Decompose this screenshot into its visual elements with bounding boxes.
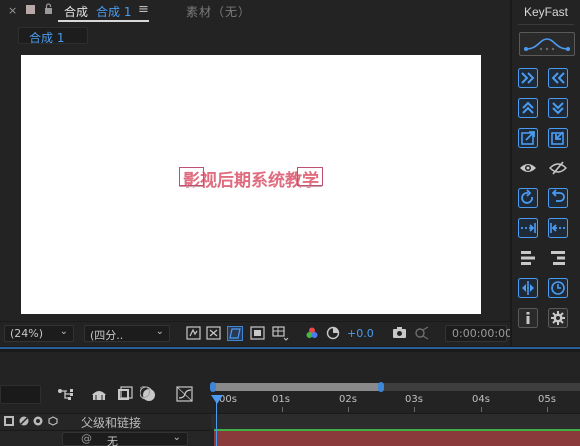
mirror-icon[interactable] xyxy=(518,278,538,298)
keyfast-panel: KeyFast xyxy=(510,0,580,346)
ease-down-icon[interactable] xyxy=(548,98,568,118)
text-selection-box-right xyxy=(297,167,323,186)
resolution-dropdown[interactable]: (四分.. ⌄ xyxy=(84,325,170,342)
label-column-icon[interactable] xyxy=(48,416,58,426)
timecode-value: 0:00:00:00 xyxy=(452,327,513,340)
grid-guides-icon[interactable] xyxy=(272,326,289,341)
text-baseline-left xyxy=(179,186,203,187)
layer-search-input[interactable] xyxy=(0,385,41,404)
breadcrumb-label: 合成 1 xyxy=(29,31,65,45)
motion-blur-icon[interactable] xyxy=(138,386,158,404)
close-tab-icon[interactable]: × xyxy=(8,4,17,17)
composition-tab-prefix[interactable]: 合成 xyxy=(64,3,88,20)
snapshot-icon[interactable] xyxy=(392,326,408,341)
parent-link-column-header: 父级和链接 xyxy=(81,416,142,430)
arrow-left-dashed-icon[interactable] xyxy=(548,218,568,238)
work-area-range[interactable] xyxy=(214,383,381,391)
reset-exposure-icon[interactable] xyxy=(326,326,342,341)
gear-icon[interactable] xyxy=(548,308,568,328)
eye-icon[interactable] xyxy=(518,158,538,178)
timeline-tab-indicator xyxy=(0,347,580,349)
easing-curve-button[interactable] xyxy=(519,32,575,56)
ruler-label: 01s xyxy=(272,394,290,405)
tab-menu-icon[interactable]: ≡ xyxy=(138,2,149,17)
ruler-label: 05s xyxy=(538,394,556,405)
ease-left-icon[interactable] xyxy=(548,68,568,88)
pick-whip-icon[interactable]: @ xyxy=(81,432,92,445)
parent-value: 无 xyxy=(107,435,118,446)
rotate-cw-icon[interactable] xyxy=(518,188,538,208)
current-time-indicator-head[interactable] xyxy=(211,395,223,404)
export-out-icon[interactable] xyxy=(548,128,568,148)
region-of-interest-icon[interactable] xyxy=(227,326,243,341)
lock-icon[interactable] xyxy=(44,3,53,17)
info-icon[interactable] xyxy=(518,308,538,328)
timeline-header-track xyxy=(211,413,580,429)
work-area-start-handle[interactable] xyxy=(210,382,216,392)
composition-canvas[interactable]: 影视后期系统教学 xyxy=(21,55,481,314)
composition-flowchart-icon[interactable] xyxy=(57,386,75,404)
zoom-dropdown[interactable]: (24%) ⌄ xyxy=(4,325,74,342)
resolution-value: (四分.. xyxy=(90,329,124,342)
composition-tab-bar: × 合成 合成 1 ≡ 素材（无） xyxy=(0,0,510,22)
color-channels-icon[interactable] xyxy=(305,326,321,341)
panel-color-swatch xyxy=(26,5,35,14)
mask-visibility-icon[interactable] xyxy=(250,326,266,341)
composition-viewer[interactable]: 影视后期系统教学 xyxy=(0,48,510,318)
ruler-tick xyxy=(348,407,349,412)
ruler-label: 04s xyxy=(472,394,490,405)
chevron-down-icon: ⌄ xyxy=(172,432,181,443)
composition-breadcrumb[interactable]: 合成 1 xyxy=(18,27,88,45)
video-switch-icon[interactable] xyxy=(4,416,14,426)
ease-up-icon[interactable] xyxy=(518,98,538,118)
ruler-label: 02s xyxy=(339,394,357,405)
lock-column-icon[interactable] xyxy=(33,416,43,426)
composition-panel: × 合成 合成 1 ≡ 素材（无） 合成 1 影视后期系统教学 (24%) ⌄ … xyxy=(0,0,512,346)
solo-icon[interactable] xyxy=(19,416,29,426)
canvas-text-layer[interactable]: 影视后期系统教学 xyxy=(21,166,481,191)
shy-layers-icon[interactable] xyxy=(90,386,108,404)
ruler-label: 03s xyxy=(405,394,423,405)
zoom-value: (24%) xyxy=(10,327,44,340)
parent-dropdown[interactable]: @ 无 ⌄ xyxy=(62,432,188,446)
align-left-icon[interactable] xyxy=(518,248,538,268)
chevron-down-icon: ⌄ xyxy=(59,326,68,337)
eye-hidden-icon[interactable] xyxy=(548,158,568,178)
current-time-indicator-line[interactable] xyxy=(216,402,217,446)
rotate-ccw-icon[interactable] xyxy=(548,188,568,208)
exposure-value[interactable]: +0.0 xyxy=(347,327,374,340)
ruler-tick xyxy=(414,407,415,412)
viewer-toolbar: (24%) ⌄ (四分.. ⌄ +0.0 0:00:00:00 xyxy=(0,321,512,344)
keyfast-title: KeyFast xyxy=(523,5,568,19)
layer-duration-bar[interactable] xyxy=(214,431,580,446)
graph-editor-icon[interactable] xyxy=(176,386,194,404)
show-snapshot-icon[interactable] xyxy=(414,326,430,341)
text-selection-box-left xyxy=(179,167,204,186)
ease-right-icon[interactable] xyxy=(518,68,538,88)
align-right-icon[interactable] xyxy=(548,248,568,268)
active-tab-underline xyxy=(58,20,149,22)
composition-tab-name[interactable]: 合成 1 xyxy=(96,3,131,20)
ruler-tick xyxy=(481,407,482,412)
ruler-tick xyxy=(547,407,548,412)
clock-icon[interactable] xyxy=(548,278,568,298)
work-area-end-handle[interactable] xyxy=(378,382,384,392)
export-in-icon[interactable] xyxy=(518,128,538,148)
chevron-down-icon: ⌄ xyxy=(155,326,164,337)
fast-preview-icon[interactable] xyxy=(186,326,202,341)
current-time-display[interactable]: 0:00:00:00 xyxy=(445,325,512,342)
keyfast-title-divider xyxy=(518,24,574,25)
footage-tab[interactable]: 素材（无） xyxy=(186,3,251,20)
arrow-right-dashed-icon[interactable] xyxy=(518,218,538,238)
transparency-grid-icon[interactable] xyxy=(206,326,222,341)
ruler-tick xyxy=(282,407,283,412)
frame-blending-icon[interactable] xyxy=(115,386,133,404)
text-baseline-right xyxy=(298,186,322,187)
time-ruler[interactable] xyxy=(211,393,580,411)
timeline-panel: 00s 01s 02s 03s 04s 05s 父级和链接 @ 无 ⌄ xyxy=(0,352,580,446)
